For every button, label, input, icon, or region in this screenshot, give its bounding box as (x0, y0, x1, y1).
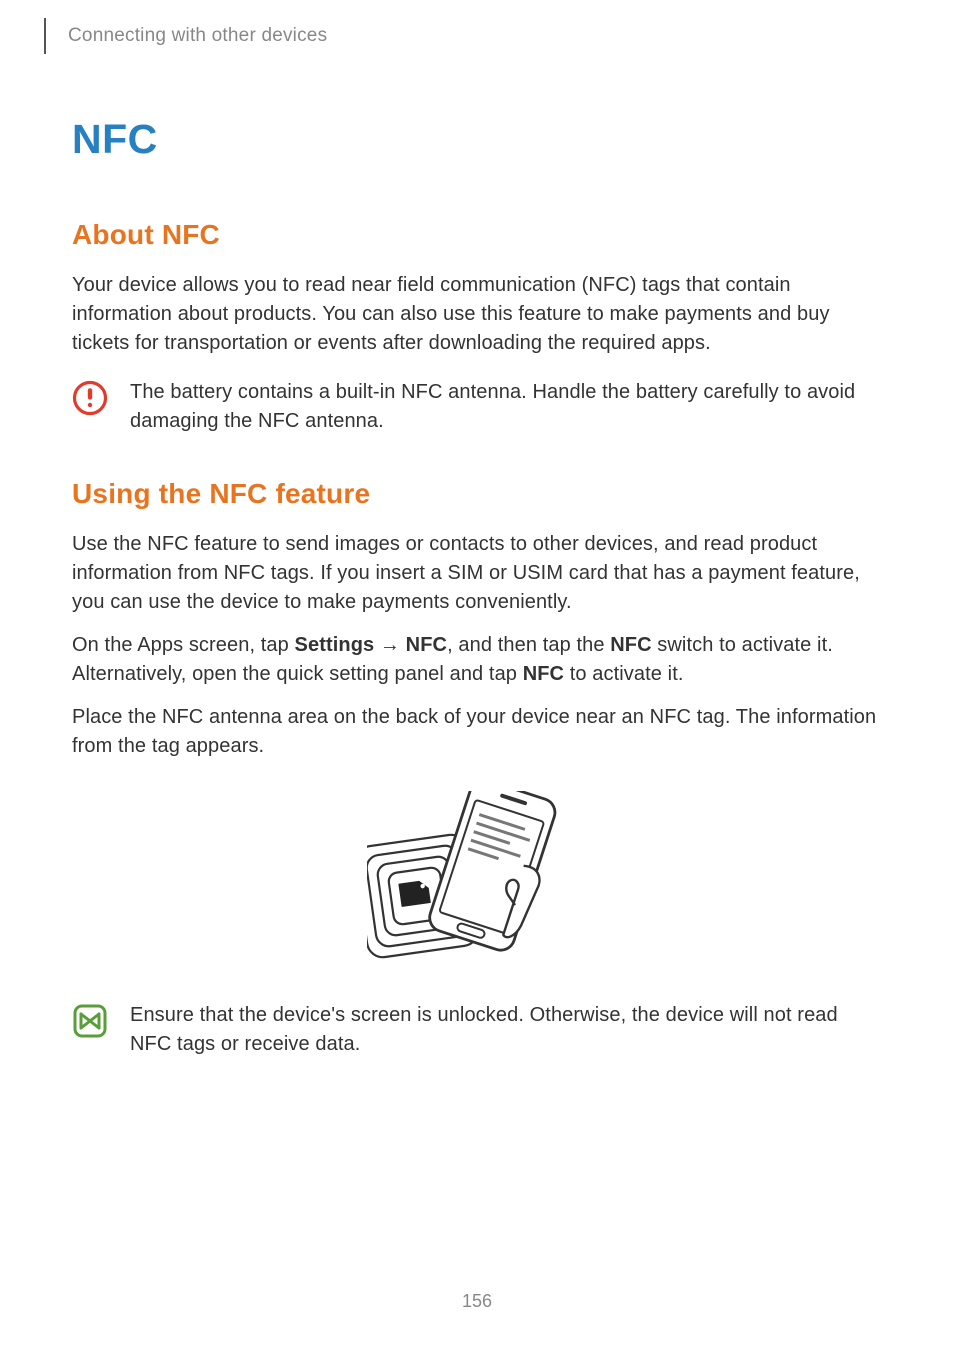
using-nfc-paragraph-2: On the Apps screen, tap Settings → NFC, … (72, 631, 882, 689)
note-text: Ensure that the device's screen is unloc… (130, 1001, 882, 1059)
using-nfc-paragraph-3: Place the NFC antenna area on the back o… (72, 703, 882, 761)
header-divider (44, 18, 46, 54)
text-span: On the Apps screen, tap (72, 634, 295, 656)
note-callout: Ensure that the device's screen is unloc… (72, 1001, 882, 1059)
breadcrumb: Connecting with other devices (68, 25, 327, 47)
arrow-separator: → (374, 634, 405, 656)
warning-callout: The battery contains a built-in NFC ante… (72, 378, 882, 436)
nfc-switch-label: NFC (610, 634, 651, 656)
warning-icon (72, 380, 108, 416)
text-span: , and then tap the (447, 634, 610, 656)
nfc-quick-label: NFC (523, 663, 564, 685)
section-about-nfc-heading: About NFC (72, 219, 882, 251)
text-span: to activate it. (564, 663, 683, 685)
nfc-illustration (72, 791, 882, 981)
using-nfc-paragraph-1: Use the NFC feature to send images or co… (72, 530, 882, 617)
page-title: NFC (72, 116, 882, 163)
page-header: Connecting with other devices (0, 0, 954, 54)
nfc-label: NFC (406, 634, 447, 656)
about-nfc-paragraph: Your device allows you to read near fiel… (72, 271, 882, 358)
note-icon (72, 1003, 108, 1039)
section-using-nfc-heading: Using the NFC feature (72, 478, 882, 510)
warning-text: The battery contains a built-in NFC ante… (130, 378, 882, 436)
page-number: 156 (0, 1291, 954, 1312)
settings-label: Settings (295, 634, 375, 656)
page-content: NFC About NFC Your device allows you to … (0, 116, 954, 1059)
